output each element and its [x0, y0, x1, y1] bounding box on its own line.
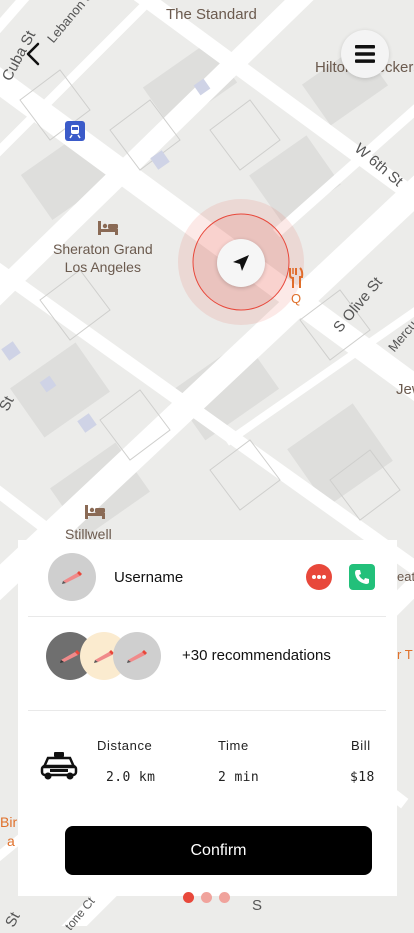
confirm-button[interactable]: Confirm [65, 826, 372, 875]
map-label-eatr: eatr [397, 569, 414, 584]
phone-icon [355, 570, 369, 584]
page-dot[interactable] [219, 892, 230, 903]
page-dot[interactable] [201, 892, 212, 903]
map-label-sheraton-grand: Sheraton Grand Los Angeles [53, 241, 153, 276]
hotel-icon [97, 219, 119, 237]
page-indicator [183, 892, 233, 903]
time-label: Time [218, 738, 249, 753]
menu-button[interactable] [341, 30, 389, 78]
taxi-icon [40, 750, 78, 782]
rail-station-icon [65, 121, 85, 141]
map-label-s-bottom: S [252, 897, 263, 914]
time-value: 2 min [218, 770, 260, 785]
bill-label: Bill [351, 738, 371, 753]
ride-summary-sheet: Username +30 recommendations Distance Ti… [18, 540, 397, 896]
distance-label: Distance [97, 738, 153, 753]
sheraton-line-1: Sheraton Grand [53, 241, 153, 257]
driver-username: Username [114, 569, 184, 586]
pencil-icon [127, 650, 147, 663]
distance-value: 2.0 km [106, 770, 156, 785]
divider [28, 616, 386, 617]
map-label-rt: r T [397, 647, 413, 662]
hotel-icon [84, 503, 106, 521]
avatar [113, 632, 161, 680]
page-dot-active[interactable] [183, 892, 194, 903]
call-button[interactable] [349, 564, 375, 590]
hamburger-menu-icon [355, 45, 375, 63]
chevron-left-icon [26, 42, 40, 66]
sheraton-line-2: Los Angeles [64, 258, 141, 275]
chat-button[interactable] [306, 564, 332, 590]
recommendations-count: +30 recommendations [182, 647, 331, 664]
navigation-arrow-icon [233, 255, 249, 271]
back-button[interactable] [18, 38, 50, 70]
driver-row: Username [18, 540, 397, 616]
chat-bubble-icon [312, 575, 326, 579]
map-label-jew: Jew [396, 381, 414, 398]
map-label-a: a [7, 833, 15, 849]
recenter-location-button[interactable] [217, 239, 265, 287]
bill-value: $18 [350, 770, 375, 785]
pencil-icon [94, 650, 114, 663]
pencil-icon [60, 650, 80, 663]
avatar[interactable] [48, 553, 96, 601]
divider [28, 710, 386, 711]
map-label-bir: Bir [0, 814, 18, 830]
map-label-the-standard: The Standard [166, 6, 257, 23]
pencil-icon [62, 571, 82, 584]
